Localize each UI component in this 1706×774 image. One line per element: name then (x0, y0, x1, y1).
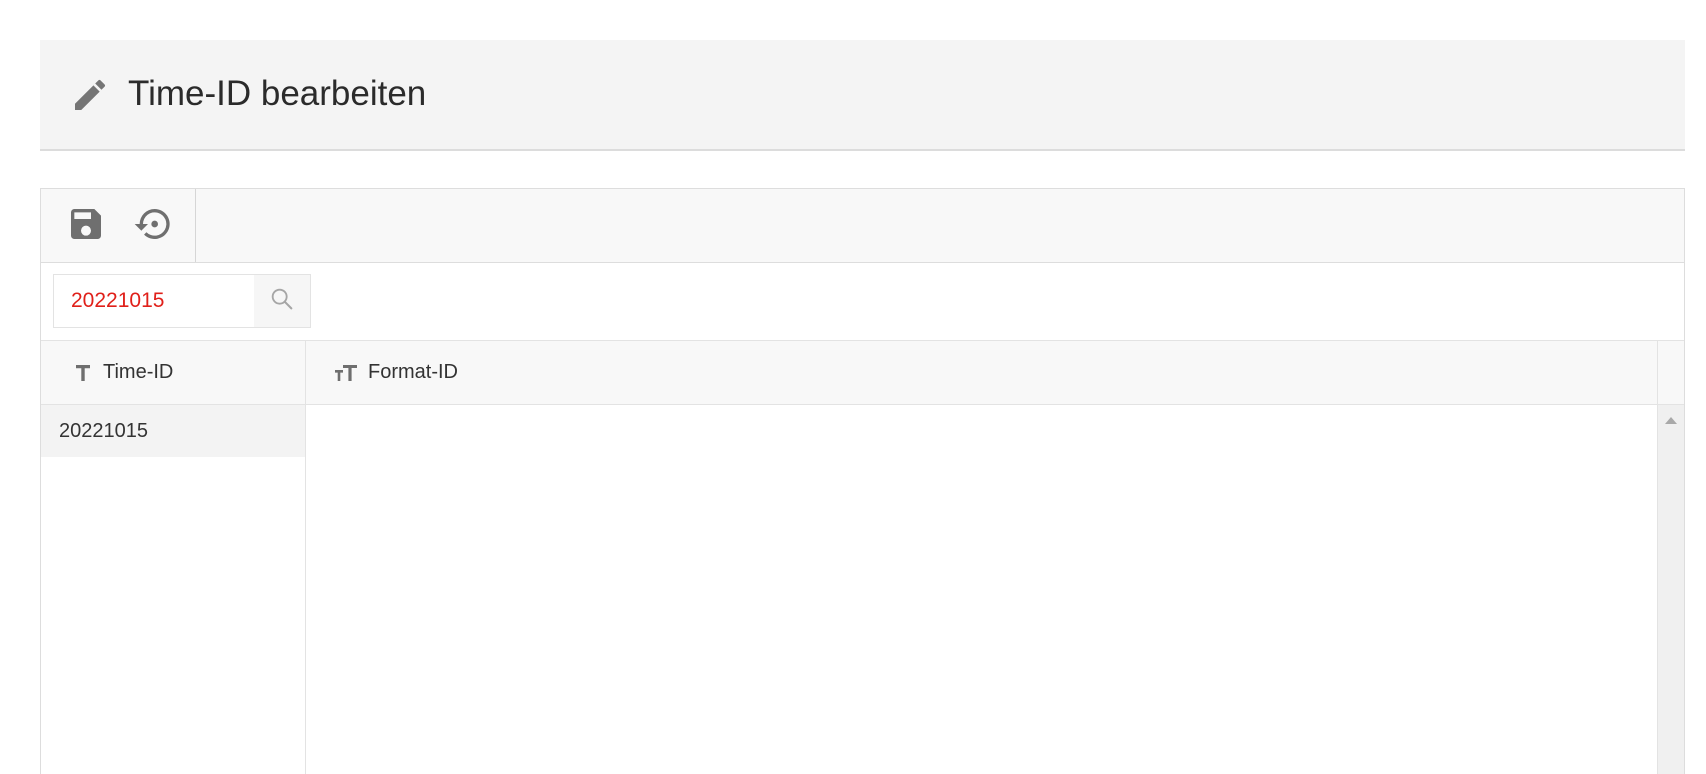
restore-icon (133, 204, 173, 249)
text-size-icon (334, 363, 358, 383)
search-button[interactable] (254, 275, 310, 327)
grid-body: 20221015 (41, 405, 1684, 774)
grid-panel: Time-ID Format-ID 20221015 (40, 188, 1685, 774)
toolbar (41, 189, 1684, 263)
pencil-icon (70, 75, 110, 115)
search-icon (268, 285, 296, 318)
column-header-label: Time-ID (103, 361, 174, 383)
save-button[interactable] (63, 203, 109, 249)
list-item[interactable]: 20221015 (41, 405, 305, 457)
column-header-time-id[interactable]: Time-ID (41, 341, 306, 404)
search-box (53, 274, 311, 328)
reset-button[interactable] (130, 203, 176, 249)
column-header-row: Time-ID Format-ID (41, 341, 1684, 405)
search-input[interactable] (54, 275, 254, 327)
page-title: Time-ID bearbeiten (128, 74, 427, 113)
vertical-scrollbar[interactable] (1657, 405, 1684, 774)
search-row (41, 263, 1684, 341)
scroll-up-arrow-icon[interactable] (1665, 417, 1677, 424)
toolbar-button-group (41, 189, 196, 262)
page: Time-ID bearbeiten 20221015 Time-ID Form… (0, 0, 1706, 774)
column-header-format-id[interactable]: Format-ID (306, 341, 1658, 404)
text-type-icon (73, 363, 93, 383)
column-header-label: Format-ID (368, 361, 458, 383)
floppy-disk-icon (66, 204, 106, 249)
time-id-list: 20221015 (41, 405, 306, 774)
page-header: Time-ID bearbeiten (40, 40, 1685, 151)
